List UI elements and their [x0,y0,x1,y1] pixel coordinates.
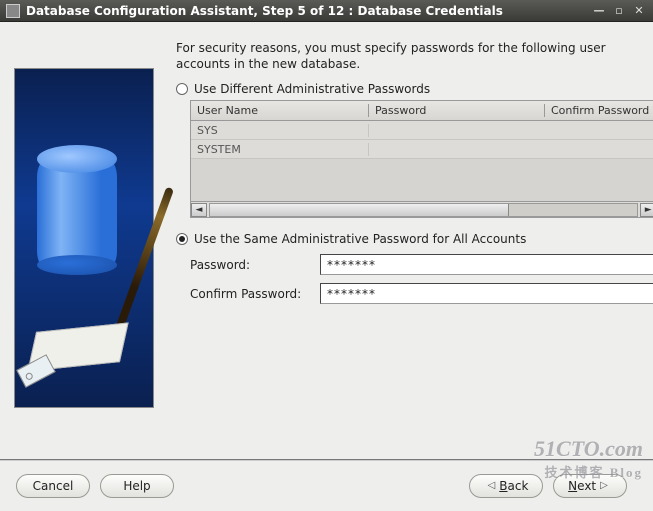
header-user: User Name [191,104,369,117]
table-row[interactable]: SYS [191,121,653,140]
password-input[interactable] [320,254,653,275]
credentials-table: User Name Password Confirm Password SYS … [190,100,653,218]
confirm-password-input[interactable] [320,283,653,304]
wizard-side-image [14,68,154,408]
help-button[interactable]: Help [100,474,174,498]
content-area: For security reasons, you must specify p… [0,22,653,459]
scroll-thumb[interactable] [210,204,509,216]
table-header: User Name Password Confirm Password [191,101,653,121]
app-icon [6,4,20,18]
window-titlebar: Database Configuration Assistant, Step 5… [0,0,653,22]
chevron-left-icon: ◁ [488,475,496,497]
next-button[interactable]: Next ▷ [553,474,627,498]
confirm-password-row: Confirm Password: [190,283,653,304]
cell-user: SYSTEM [191,143,369,156]
database-icon [37,159,117,269]
close-button[interactable]: ✕ [631,4,647,18]
scroll-right-icon[interactable]: ► [640,203,653,217]
back-button[interactable]: ◁ Back [469,474,543,498]
maximize-button[interactable]: ▫ [611,4,627,18]
cancel-button[interactable]: Cancel [16,474,90,498]
password-row: Password: [190,254,653,275]
option-same-password[interactable]: Use the Same Administrative Password for… [176,232,653,246]
scroll-left-icon[interactable]: ◄ [191,203,207,217]
window-title: Database Configuration Assistant, Step 5… [26,4,587,18]
header-password: Password [369,104,545,117]
option-same-label: Use the Same Administrative Password for… [194,232,526,246]
intro-text: For security reasons, you must specify p… [176,40,653,72]
table-horizontal-scrollbar[interactable]: ◄ ► [191,201,653,217]
chevron-right-icon: ▷ [600,475,608,497]
confirm-password-label: Confirm Password: [190,287,320,301]
option-different-passwords[interactable]: Use Different Administrative Passwords [176,82,653,96]
option-different-label: Use Different Administrative Passwords [194,82,430,96]
scroll-track[interactable] [209,203,638,217]
wizard-footer: Cancel Help ◁ Back Next ▷ [0,459,653,511]
minimize-button[interactable]: — [591,4,607,18]
cell-user: SYS [191,124,369,137]
radio-icon [176,233,188,245]
header-confirm: Confirm Password [545,104,653,117]
table-row[interactable]: SYSTEM [191,140,653,159]
password-label: Password: [190,258,320,272]
main-panel: For security reasons, you must specify p… [154,40,653,459]
radio-icon [176,83,188,95]
